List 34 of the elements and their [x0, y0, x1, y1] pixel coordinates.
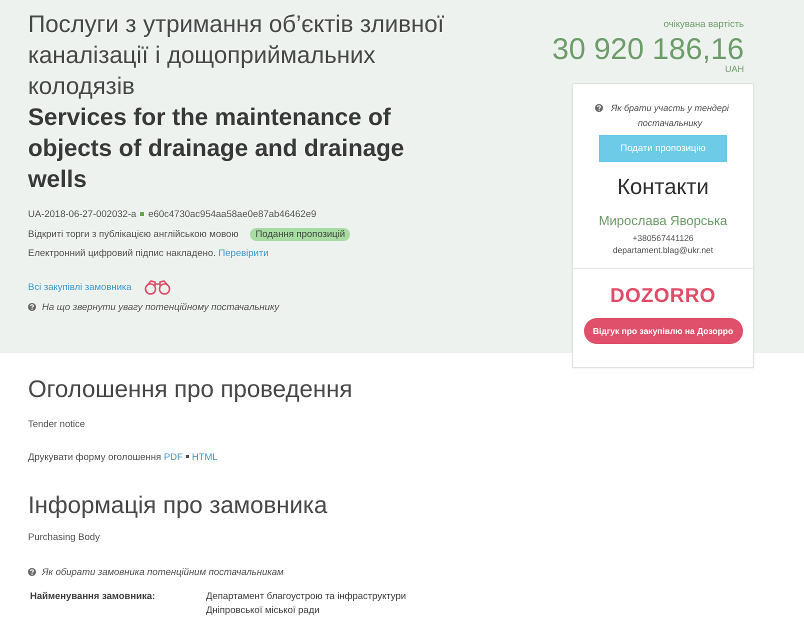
- tender-title-english: Services for the maintenance of objects of drainage and drainage wells: [28, 103, 406, 195]
- field-label: Найменування замовника:: [29, 590, 156, 604]
- contacts-title: Контакти: [617, 174, 709, 200]
- price-label: очікувана вартість: [664, 18, 744, 32]
- contact-email: departament.blag@ukr.net: [612, 244, 714, 256]
- price-currency: UAH: [724, 64, 744, 74]
- contact-name: Мирослава Яворська: [598, 213, 728, 229]
- contact-phone: +380567441126: [632, 232, 694, 244]
- dozorro-logo[interactable]: DOZORRO: [610, 284, 716, 308]
- section-title: Оголошення про проведення: [28, 375, 352, 405]
- print-format-link[interactable]: PDF: [164, 452, 183, 463]
- print-format-link[interactable]: HTML: [192, 452, 218, 463]
- print-form-note: Друкувати форму оголошення PDF HTML: [28, 451, 218, 465]
- review-button[interactable]: Відгук про закупівлю на Дозорро: [584, 318, 742, 344]
- tender-title: Послуги з утримання об’єктів зливної каналізації і дощоприймальних колодязів: [28, 10, 446, 102]
- help-note[interactable]: Як брати участь у тендері постачальнику: [609, 101, 731, 131]
- tender-id: UA-2018-06-27-002032-a: [28, 208, 136, 220]
- verify-link[interactable]: Перевірити: [218, 248, 269, 259]
- section-title: Інформація про замовника: [28, 491, 328, 521]
- section-subtitle: Tender notice: [28, 418, 86, 432]
- procedure-type: Відкриті торги з публікацією англійською мовою: [28, 228, 238, 240]
- section-subtitle: Purchasing Body: [28, 531, 100, 545]
- all-purchases-link[interactable]: Всі закупівлі замовника: [28, 282, 132, 292]
- status-badge: Подання пропозицій: [250, 228, 350, 240]
- price-amount: 30 920 186,16: [552, 34, 744, 66]
- help-note[interactable]: Як обирати замовника потенційним постачальникам: [42, 566, 284, 578]
- binoculars-icon[interactable]: [144, 280, 171, 294]
- help-note[interactable]: На що звернути увагу потенційному постачальнику: [42, 302, 280, 312]
- help-icon: [28, 303, 36, 311]
- tender-hash: e60c4730ac954aa58ae0e87ab46462e9: [148, 208, 316, 220]
- signature-note: Електронний цифровий підпис накладено. Перевірити: [28, 247, 269, 261]
- field-value: Департамент благоустрою та інфраструктури Дніпровської міської ради: [206, 590, 408, 618]
- help-icon: [28, 568, 36, 576]
- help-icon: [595, 104, 603, 112]
